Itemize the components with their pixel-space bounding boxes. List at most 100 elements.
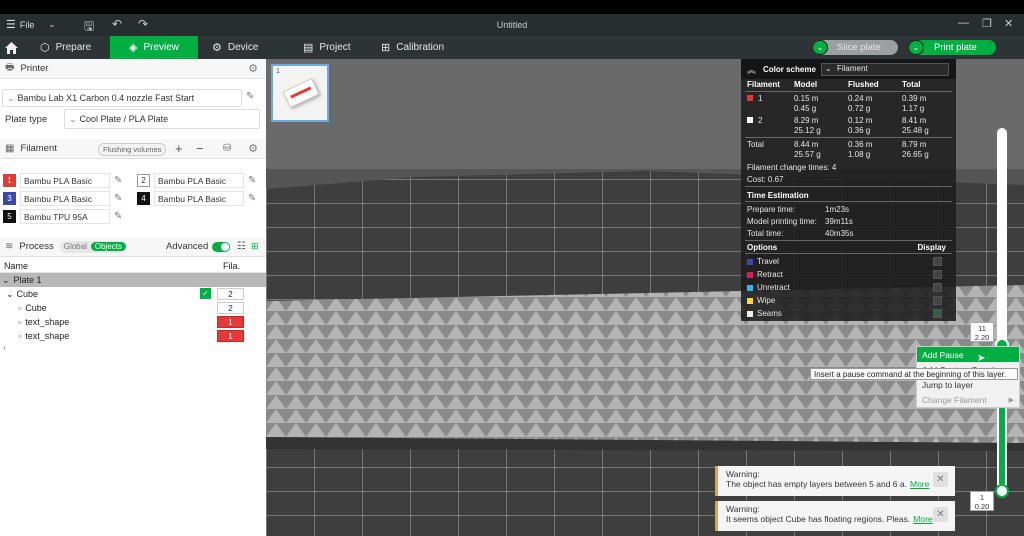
add-icon[interactable]: + [175,141,183,156]
chevron-down-icon: ⌄ [825,64,832,73]
filament-table-header: Filament Model Flushed Total [747,80,921,89]
chevron-down-icon[interactable]: ⌄ [6,289,14,300]
text-shape-icon: ▫ [18,317,22,327]
remove-icon[interactable]: − [196,141,204,156]
bottom-layer-label: 1 0.20 [970,491,994,511]
tooltip: Insert a pause command at the beginning … [810,368,1018,380]
list-icon[interactable]: ☷ [237,241,246,252]
cube-icon: ⬡ [40,42,50,54]
filament-slot-5[interactable]: 5 Bambu TPU 95A ✎ [3,209,122,224]
tab-preview[interactable]: ◈ Preview [110,36,198,59]
flushing-volumes-button[interactable]: Flushing volumes [98,143,167,156]
filament-color-swatch[interactable]: 1 [3,174,16,187]
warning-more-link[interactable]: More [913,514,932,524]
plate-thumbnail-model [282,78,320,108]
tab-calibration[interactable]: ⊞ Calibration [381,36,471,59]
plate-thumbnail[interactable]: 1 [271,64,329,122]
filament-slot-1[interactable]: 1 Bambu PLA Basic ✎ [3,173,122,188]
filament-color-swatch[interactable]: 4 [137,192,150,205]
grid-icon[interactable]: ⊞ [251,241,259,252]
tab-prepare[interactable]: ⬡ Prepare [40,36,110,59]
close-icon[interactable]: ✕ [933,507,948,522]
filament-swatch [747,95,753,101]
edit-icon[interactable]: ✎ [114,211,122,222]
plate-type-select[interactable]: ⌄ Cool Plate / PLA Plate [64,109,260,129]
title-bar: ☰ File ⌄ 🖫 ↶ ↷ Untitled — ❐ ✕ [0,14,1024,36]
objects-list-header: Name Fila. [0,259,266,273]
option-seams[interactable]: Seams [747,309,950,318]
filament-change-times: Filament change times: 4 [747,163,837,172]
part-row[interactable]: ▫ text_shape 1 [0,329,266,343]
filament-slot-4[interactable]: 4 Bambu PLA Basic ✎ [137,191,256,206]
layers-icon: ◈ [128,42,138,54]
home-button[interactable] [0,36,22,59]
print-plate-button[interactable]: ⌄ Print plate [908,40,996,55]
gear-icon[interactable]: ⚙ [248,142,258,155]
tab-device[interactable]: ⚙ Device [212,36,282,59]
minimize-icon[interactable]: — [958,17,969,29]
menu-add-pause[interactable]: Add Pause [917,347,1019,362]
filament-color-swatch[interactable]: 3 [3,192,16,205]
legend-panel: ︽ Color scheme ⌄ Filament Filament Model… [741,59,956,321]
part-row[interactable]: ▫ Cube 2 [0,301,266,315]
restore-icon[interactable]: ❐ [982,17,992,30]
calibration-icon: ⊞ [381,42,391,54]
gear-icon[interactable]: ⚙ [248,62,258,75]
filament-icon: ▦ [5,143,15,154]
part-row[interactable]: ▫ text_shape 1 [0,315,266,329]
warning-text: It seems object Cube has floating region… [726,514,933,524]
process-scope-toggle[interactable]: Global Objects [59,240,126,253]
slice-plate-button[interactable]: ⌄ Slice plate [812,40,898,55]
object-row[interactable]: ⌄ Cube ✓ 2 [0,287,266,301]
edit-icon[interactable]: ✎ [114,175,122,186]
edit-icon[interactable]: ✎ [248,175,256,186]
filament-color-swatch[interactable]: 2 [137,174,150,187]
option-retract[interactable]: Retract [747,270,950,279]
printer-preset-select[interactable]: ⌄ Bambu Lab X1 Carbon 0.4 nozzle Fast St… [2,89,242,107]
prepare-time-row: Prepare time: 1m23s [747,205,850,214]
option-wipe[interactable]: Wipe [747,296,950,305]
filament-slot-3[interactable]: 3 Bambu PLA Basic ✎ [3,191,122,206]
color-scheme-select[interactable]: ⌄ Filament [821,63,949,76]
chevron-down-icon[interactable]: ⌄ [908,40,924,55]
edit-icon[interactable]: ✎ [114,193,122,204]
seams-swatch [747,310,753,317]
edit-icon[interactable]: ✎ [246,91,254,102]
filament-swatch [747,117,753,123]
filament-total-row: Total 8.44 m 25.57 g 0.36 m 1.08 g 8.79 … [747,140,929,159]
layer-slider-bottom-handle[interactable] [995,484,1009,498]
travel-swatch [747,258,753,265]
chevron-down-icon[interactable]: ⌄ [812,40,828,55]
unretract-swatch [747,284,753,291]
options-header: Options Display [747,243,946,252]
submenu-arrow-icon: ▶ [1008,396,1014,404]
plate-row[interactable]: ⌄ Plate 1 [0,273,266,287]
display-checkbox[interactable] [933,296,942,305]
checkbox[interactable]: ✓ [200,288,211,299]
display-checkbox[interactable] [933,270,942,279]
option-travel[interactable]: Travel [747,257,950,266]
filament-stat-row: 1 0.15 m 0.45 g 0.24 m 0.72 g 0.39 m 1.1… [747,94,950,114]
display-checkbox[interactable] [933,257,942,266]
advanced-switch[interactable] [212,242,230,252]
chevron-down-icon[interactable]: ⌄ [2,275,10,286]
chevron-right-icon[interactable]: › [3,343,6,352]
display-checkbox[interactable] [933,283,942,292]
option-unretract[interactable]: Unretract [747,283,950,292]
window-title: Untitled [496,20,528,30]
collapse-icon[interactable]: ︽ [747,63,756,76]
close-icon[interactable]: ✕ [1004,17,1013,30]
display-checkbox[interactable] [933,309,942,318]
tab-project[interactable]: ▤ Project [303,36,373,59]
warning-more-link[interactable]: More [910,479,929,489]
edit-icon[interactable]: ✎ [248,193,256,204]
main-nav: ⬡ Prepare ◈ Preview ⚙ Device ▤ Project ⊞ Cali… [0,36,1024,59]
filament-color-swatch[interactable]: 5 [3,210,16,223]
filament-slot-2[interactable]: 2 Bambu PLA Basic ✎ [137,173,256,188]
close-icon[interactable]: ✕ [933,472,948,487]
color-scheme-row: ︽ Color scheme ⌄ Filament [741,59,956,79]
chevron-down-icon: ⌄ [69,113,77,124]
advanced-label: Advanced [166,241,209,252]
sync-icon[interactable]: ⛁ [223,143,231,154]
menu-change-filament[interactable]: Change Filament ▶ [917,392,1019,407]
